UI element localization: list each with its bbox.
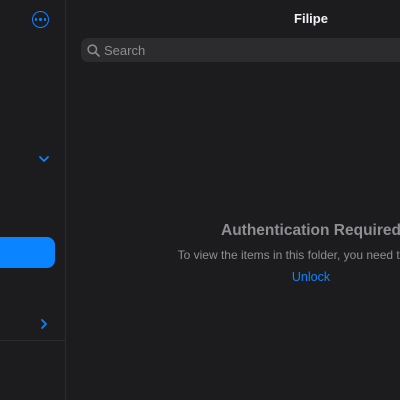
more-dot (34, 18, 38, 21)
sidebar-item-selected[interactable] (0, 237, 55, 268)
search-field[interactable] (81, 38, 400, 62)
page-title: Filipe (294, 11, 328, 26)
app-window: Filipe Authentication Required To view t… (0, 0, 400, 400)
sidebar (0, 0, 66, 400)
chevron-right-icon[interactable] (37, 316, 51, 330)
more-dot (43, 18, 47, 21)
more-options-icon[interactable] (32, 11, 49, 28)
unlock-link[interactable]: Unlock (292, 269, 330, 285)
empty-state: Authentication Required To view the item… (66, 221, 400, 285)
sidebar-divider (0, 340, 66, 341)
empty-state-title: Authentication Required (221, 222, 400, 239)
search-input[interactable] (104, 42, 384, 58)
chevron-down-icon[interactable] (37, 151, 51, 165)
more-dot (39, 18, 42, 21)
empty-state-message: To view the items in this folder, you ne… (177, 248, 400, 262)
search-icon (87, 43, 100, 57)
main-content: Filipe Authentication Required To view t… (66, 0, 400, 400)
